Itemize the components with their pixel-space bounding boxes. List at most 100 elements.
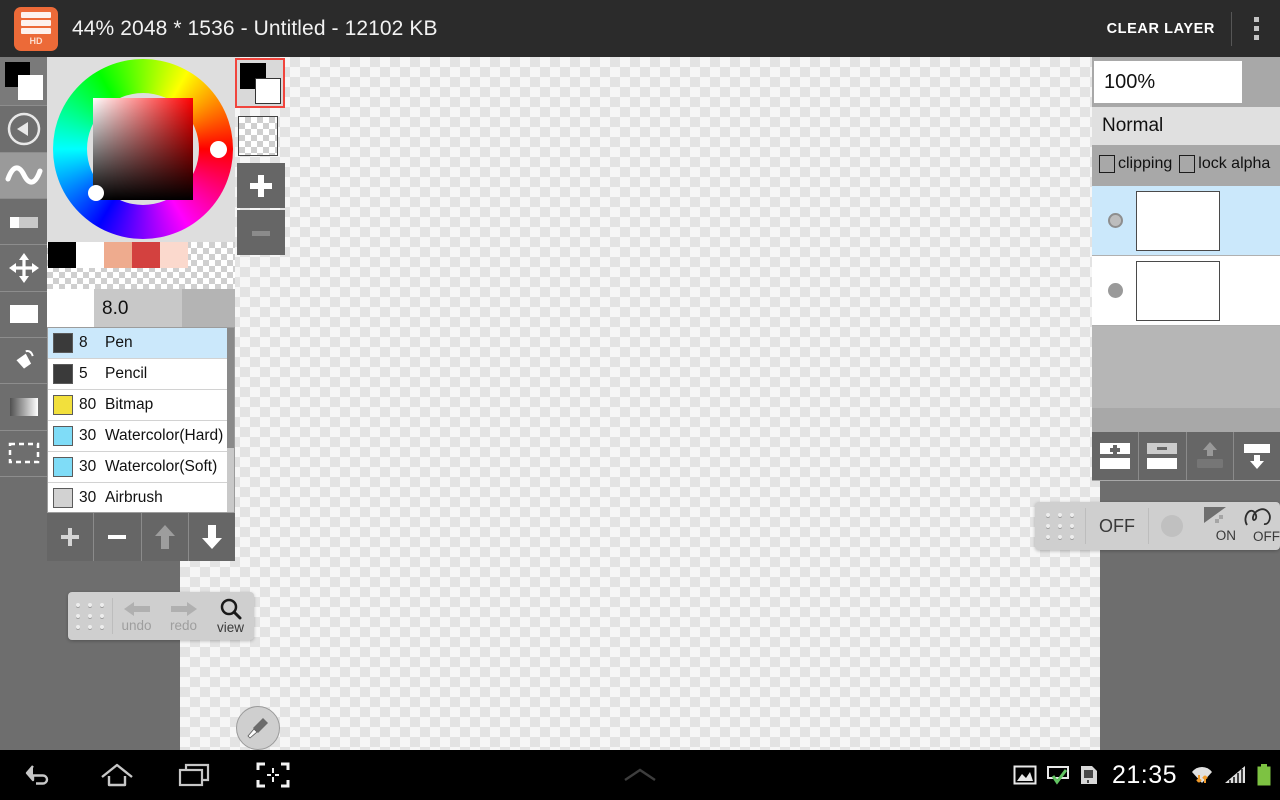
image-saved-icon — [1013, 765, 1037, 785]
view-button[interactable]: view — [207, 592, 254, 640]
color-picker[interactable] — [47, 57, 235, 242]
layer-opacity-field[interactable]: 100% — [1094, 61, 1242, 103]
brush-tool[interactable] — [0, 152, 47, 199]
brush-color-chip — [53, 488, 73, 508]
marquee-select-icon — [8, 443, 39, 464]
back-arrow-icon — [25, 765, 49, 785]
app-header: HD 44% 2048 * 1536 - Untitled - 12102 KB… — [0, 0, 1280, 57]
add-layer-button[interactable] — [1092, 432, 1140, 480]
add-brush-button[interactable] — [47, 513, 95, 561]
merge-down-button[interactable] — [1233, 432, 1280, 480]
palette-swatch-peach[interactable] — [104, 242, 132, 268]
palette-swatch-white[interactable] — [76, 242, 104, 268]
stabilizer-toggle[interactable]: OFF — [1086, 502, 1148, 550]
transparent-color-swatch[interactable] — [238, 116, 278, 156]
layer-opacity-value: 100% — [1104, 70, 1156, 93]
more-vertical-icon[interactable] — [1232, 0, 1280, 57]
opacity-dot-button[interactable] — [1149, 502, 1194, 550]
nav-home-button[interactable] — [78, 750, 156, 800]
remove-color-button[interactable] — [237, 210, 285, 255]
layer-visibility-toggle[interactable] — [1108, 213, 1123, 228]
delete-layer-button[interactable] — [1139, 432, 1187, 480]
current-color-swatch[interactable] — [235, 58, 285, 108]
nav-screenshot-button[interactable] — [234, 750, 312, 800]
bucket-tool[interactable] — [0, 338, 47, 385]
layer-visibility-toggle[interactable] — [1108, 283, 1123, 298]
layer-row[interactable] — [1092, 186, 1280, 256]
status-bar: 21:35 — [1013, 750, 1272, 800]
palette-swatch-black[interactable] — [48, 242, 76, 268]
drawing-canvas[interactable] — [180, 57, 1100, 750]
brush-color-chip — [53, 364, 73, 384]
signal-bars-icon — [1225, 766, 1245, 783]
redo-label: redo — [169, 617, 198, 633]
brush-list-scrollbar[interactable] — [227, 328, 234, 512]
brush-size-track[interactable]: 8.0 — [94, 289, 235, 327]
remove-brush-button[interactable] — [94, 513, 142, 561]
play-back-circle-icon — [7, 112, 40, 146]
nav-recents-button[interactable] — [156, 750, 234, 800]
lock-alpha-checkbox[interactable]: lock alpha — [1179, 155, 1270, 173]
drag-handle[interactable] — [68, 592, 112, 640]
gradient-tool[interactable] — [0, 384, 47, 431]
screen-check-icon — [1046, 766, 1069, 785]
blend-mode-select[interactable]: Normal — [1092, 107, 1280, 145]
antialias-toggle[interactable]: ON — [1194, 502, 1236, 550]
fill-rect-tool[interactable] — [0, 291, 47, 339]
saturation-value-handle[interactable] — [88, 185, 104, 201]
status-clock: 21:35 — [1111, 760, 1177, 789]
brush-name-label: Pen — [105, 334, 133, 351]
brush-list-scroll-thumb[interactable] — [227, 328, 234, 448]
move-brush-down-button[interactable] — [188, 513, 235, 561]
filled-rectangle-icon — [9, 305, 38, 324]
logo-bar — [21, 11, 51, 18]
layer-list[interactable] — [1092, 186, 1280, 408]
eraser-tool[interactable] — [0, 198, 47, 246]
merge-up-icon — [1196, 442, 1223, 468]
arrow-down-icon — [201, 525, 222, 549]
saturation-value-square[interactable] — [93, 98, 193, 200]
brush-list-item[interactable]: 5 Pencil — [48, 359, 234, 390]
layer-thumbnail — [1136, 260, 1220, 321]
lock-alpha-label: lock alpha — [1198, 155, 1271, 172]
palette-swatch-pink[interactable] — [160, 242, 188, 268]
brush-size-label: 8 — [79, 334, 88, 351]
clear-layer-button[interactable]: CLEAR LAYER — [1091, 21, 1231, 37]
brush-size-label: 5 — [79, 365, 88, 382]
color-swatch-tool[interactable] — [0, 57, 47, 107]
nav-back-button[interactable] — [0, 750, 78, 800]
move-tool[interactable] — [0, 245, 47, 292]
layer-row[interactable] — [1092, 256, 1280, 326]
brush-color-chip — [53, 333, 73, 353]
battery-full-icon — [1257, 764, 1271, 786]
minus-icon — [252, 230, 270, 236]
select-tool[interactable] — [0, 430, 47, 478]
brush-list[interactable]: 8 Pen 5 Pencil 80 Bitmap 30 Watercolor(H… — [47, 327, 235, 513]
brush-name-label: Bitmap — [105, 396, 154, 413]
brush-list-item[interactable]: 30 Airbrush — [48, 483, 234, 512]
brush-list-item[interactable]: 80 Bitmap — [48, 390, 234, 421]
back-tool[interactable] — [0, 106, 47, 153]
drag-handle[interactable] — [1035, 502, 1085, 550]
brush-list-item[interactable]: 30 Watercolor(Soft) — [48, 452, 234, 483]
clipping-checkbox[interactable]: clipping — [1099, 155, 1172, 173]
correction-toggle[interactable]: OFF — [1236, 502, 1280, 550]
merge-up-button — [1186, 432, 1234, 480]
brush-size-label: 30 — [79, 458, 97, 475]
add-color-button[interactable] — [237, 163, 285, 208]
brush-name-label: Pencil — [105, 365, 148, 382]
brush-size-slider[interactable]: 8.0 — [47, 289, 235, 327]
move-brush-up-button — [141, 513, 189, 561]
brush-preview — [47, 289, 94, 327]
hd-layers-icon[interactable]: HD — [14, 6, 58, 51]
home-icon — [101, 763, 133, 787]
hue-handle[interactable] — [210, 141, 227, 158]
eraser-icon — [9, 216, 38, 228]
brush-list-item[interactable]: 30 Watercolor(Hard) — [48, 421, 234, 452]
brush-list-item[interactable]: 8 Pen — [48, 328, 234, 359]
layer-lock-row: clipping lock alpha — [1092, 145, 1280, 183]
color-and-brush-panel: 8.0 8 Pen 5 Pencil 80 Bitmap 30 Watercol… — [47, 57, 235, 561]
eyedropper-button[interactable] — [236, 706, 280, 750]
palette-swatch-red[interactable] — [132, 242, 160, 268]
overflow-dot — [1253, 35, 1259, 40]
